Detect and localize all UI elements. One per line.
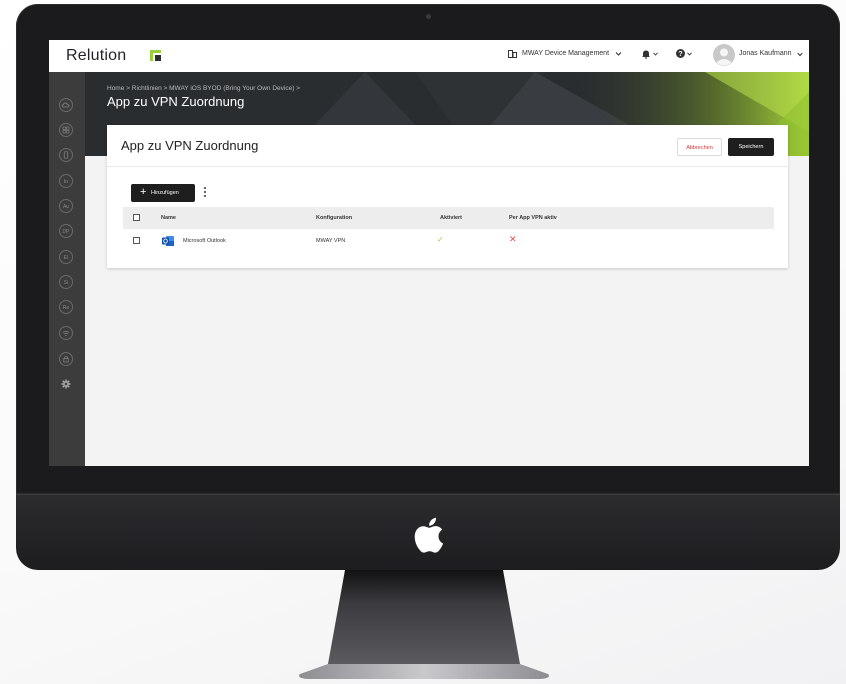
breadcrumb[interactable]: Home > Richtlinien > MWAY iOS BYOD (Brin… [107,85,300,92]
sidebar-item-security[interactable] [59,352,73,366]
plus-icon: + [140,186,147,198]
camera [426,14,431,19]
chevron-down-icon[interactable] [615,51,622,57]
imac-stand [299,570,549,679]
help-icon[interactable]: ? [676,49,685,58]
sidebar-item-grid[interactable] [59,123,73,137]
sidebar: In Au DP EI Si Re [49,72,85,466]
chevron-down-icon[interactable] [653,52,658,56]
sidebar-item-cloud[interactable] [59,98,73,112]
more-options-icon[interactable] [203,187,207,199]
user-name[interactable]: Jonas Kaufmann [739,50,792,57]
sidebar-item-devices[interactable] [59,148,73,162]
card-title: App zu VPN Zuordnung [121,138,259,153]
sidebar-item-si[interactable]: Si [59,275,73,289]
top-bar: Relution MWAY Device Management ? Jonas … [49,40,809,73]
column-header-configuration[interactable]: Konfiguration [316,215,352,221]
sidebar-item-dp[interactable]: DP [59,224,73,238]
lock-icon [63,356,69,363]
app-logo[interactable]: Relution [66,47,126,65]
sidebar-item-settings[interactable] [59,377,73,391]
chevron-down-icon[interactable] [797,52,803,57]
sidebar-item-re[interactable]: Re [59,300,73,314]
screen: Relution MWAY Device Management ? Jonas … [49,40,809,466]
divider [107,166,788,167]
table-header: Name Konfiguration Aktiviert Per App VPN… [123,207,774,229]
avatar[interactable] [713,44,735,66]
vpn-configuration: MWAY VPN [316,238,346,244]
organization-menu[interactable]: MWAY Device Management [522,50,609,57]
vpn-assignment-card: App zu VPN Zuordnung Abbrechen Speichern… [107,125,788,268]
select-all-checkbox[interactable] [133,214,140,221]
column-header-name[interactable]: Name [161,215,176,221]
sidebar-item-au[interactable]: Au [59,199,73,213]
cancel-button[interactable]: Abbrechen [677,138,722,156]
column-header-per-app-vpn[interactable]: Per App VPN aktiv [509,215,557,221]
add-button[interactable]: + Hinzufügen [131,184,195,202]
svg-text:?: ? [678,51,682,58]
chevron-down-icon[interactable] [687,52,692,56]
relution-logo-icon [150,50,161,61]
outlook-app-icon [162,236,174,246]
page-title: App zu VPN Zuordnung [107,94,245,109]
table-row[interactable]: Microsoft Outlook MWAY VPN ✓ ✕ [123,229,774,253]
save-button[interactable]: Speichern [728,138,774,156]
apple-logo-icon [414,517,444,553]
activated-check-icon: ✓ [437,235,444,244]
sidebar-item-in[interactable]: In [59,174,73,188]
sidebar-item-ei[interactable]: EI [59,250,73,264]
app-name[interactable]: Microsoft Outlook [183,238,226,244]
wifi-icon [62,330,70,337]
column-header-activated[interactable]: Aktiviert [440,215,462,221]
gear-icon [61,379,71,389]
grid-icon [62,126,70,134]
row-checkbox[interactable] [133,237,140,244]
device-icon [63,151,69,159]
add-button-label: Hinzufügen [151,190,179,196]
bell-icon[interactable] [642,49,650,59]
cloud-icon [61,102,70,108]
building-icon [508,50,517,58]
sidebar-item-network[interactable] [59,326,73,340]
per-app-vpn-cross-icon: ✕ [509,234,517,244]
